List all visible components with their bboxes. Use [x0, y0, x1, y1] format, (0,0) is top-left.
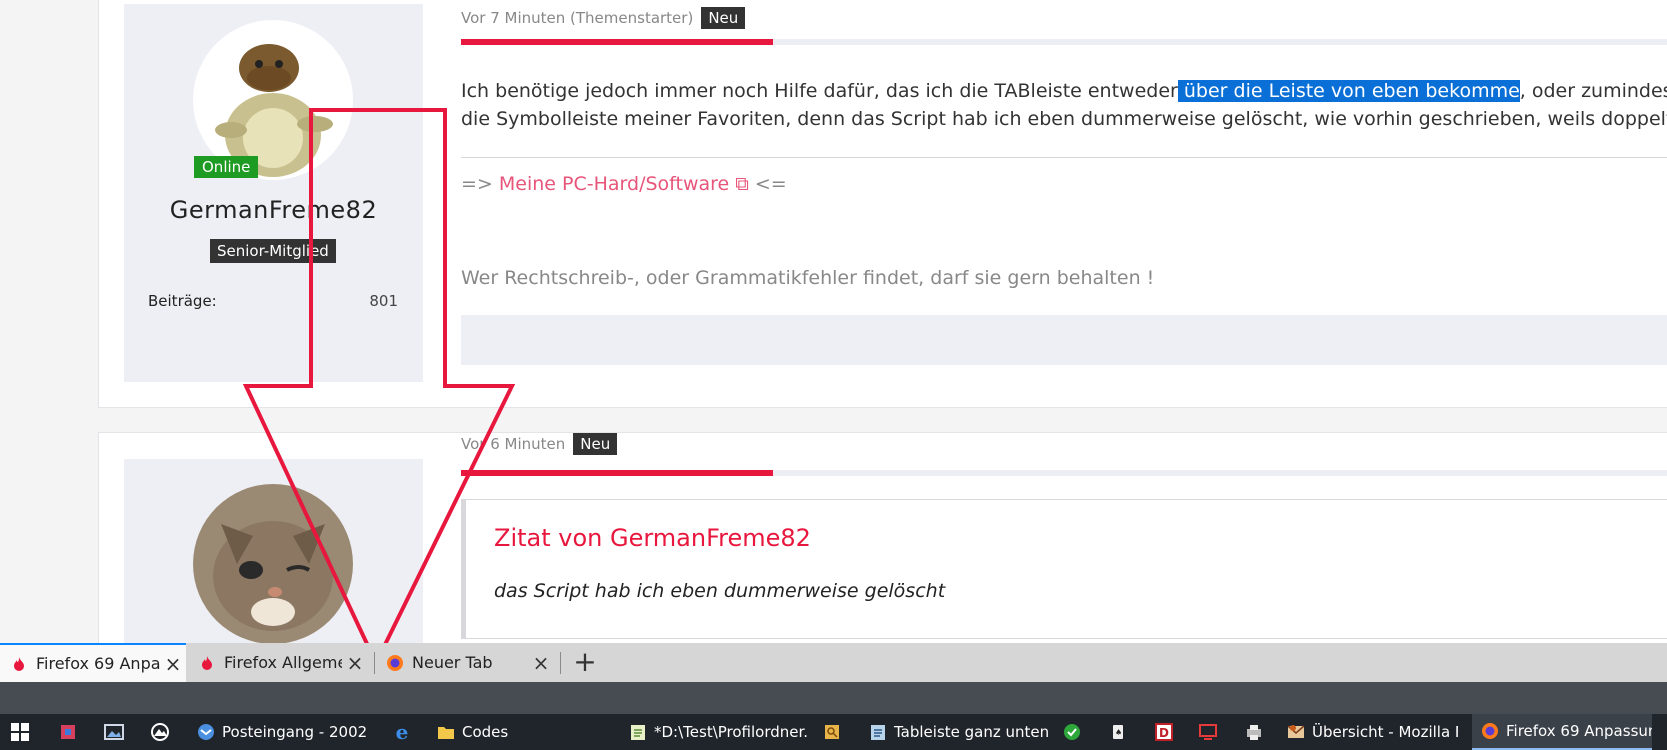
- online-badge: Online: [194, 156, 259, 178]
- new-badge: Neu: [701, 7, 746, 29]
- tab-title: Firefox Allgemein: [224, 653, 342, 672]
- taskbar-notes[interactable]: Tableiste ganz unten....: [868, 714, 1048, 750]
- new-tab-button[interactable]: +: [568, 643, 602, 682]
- taskbar-folder[interactable]: Codes: [436, 714, 596, 750]
- windows-start-icon: [10, 722, 30, 742]
- external-link-icon: ⧉: [729, 173, 749, 195]
- mountain-icon: [150, 722, 170, 742]
- tab-separator: [374, 652, 375, 674]
- user-avatar[interactable]: [193, 484, 353, 644]
- flame-icon: [198, 654, 216, 672]
- taskbar-thunderbird[interactable]: Übersicht - Mozilla F...: [1286, 714, 1458, 750]
- taskbar-label: Tableiste ganz unten....: [894, 723, 1048, 741]
- taskbar-app[interactable]: [1244, 714, 1274, 750]
- close-icon[interactable]: ×: [160, 652, 186, 676]
- post-time[interactable]: Vor 7 Minuten (Themenstarter): [461, 9, 693, 27]
- quote-title[interactable]: Zitat von GermanFreme82: [494, 524, 811, 552]
- signature-note: Wer Rechtschreib-, oder Grammatikfehler …: [461, 267, 1155, 289]
- edge-icon: e: [395, 720, 409, 744]
- taskbar-app[interactable]: [1198, 714, 1228, 750]
- post-time[interactable]: Vor 6 Minuten: [461, 435, 565, 453]
- close-icon[interactable]: ×: [342, 651, 368, 675]
- tab-title: Firefox 69 Anpassungen: [36, 654, 160, 673]
- taskbar-mail[interactable]: Posteingang - 2002A...: [196, 714, 366, 750]
- taskbar-edge[interactable]: e: [392, 714, 422, 750]
- taskbar-app[interactable]: D: [1154, 714, 1184, 750]
- tab-firefox-69[interactable]: Firefox 69 Anpassungen ×: [0, 643, 186, 682]
- taskbar-label: *D:\Test\Profilordner...: [654, 723, 808, 741]
- mail-icon: [196, 722, 216, 742]
- signature-suffix: <=: [748, 173, 787, 195]
- quote-block: Zitat von GermanFreme82 das Script hab i…: [461, 499, 1667, 639]
- read-progress: [461, 470, 1667, 476]
- tab-title: Neuer Tab: [412, 653, 493, 672]
- post-body: Ich benötige jedoch immer noch Hilfe daf…: [461, 77, 1667, 133]
- tab-strip: Firefox 69 Anpassungen × Firefox Allgeme…: [0, 643, 1667, 682]
- taskbar-app[interactable]: [822, 714, 852, 750]
- thunderbird-icon: [1286, 722, 1306, 742]
- browser-bottom-bar: [0, 682, 1667, 714]
- posts-count-label: Beiträge:: [148, 292, 217, 310]
- read-progress-fill: [461, 470, 773, 476]
- taskbar-label: Posteingang - 2002A...: [222, 723, 366, 741]
- close-icon[interactable]: ×: [528, 651, 554, 675]
- post-meta: Vor 6 Minuten Neu: [461, 433, 618, 455]
- svg-text:D: D: [1159, 726, 1169, 740]
- post-text-start: Ich benötige jedoch immer noch Hilfe daf…: [461, 80, 1178, 102]
- post-meta: Vor 7 Minuten (Themenstarter) Neu: [461, 7, 746, 29]
- read-progress: [461, 39, 1667, 45]
- quote-text: das Script hab ich eben dummerweise gelö…: [494, 580, 946, 602]
- tab-neuer-tab[interactable]: Neuer Tab ×: [376, 643, 554, 682]
- d-icon: D: [1154, 722, 1174, 742]
- printer-icon: [1244, 722, 1264, 742]
- taskbar-label: Übersicht - Mozilla F...: [1312, 723, 1458, 741]
- flame-icon: [10, 655, 28, 673]
- app-cube-icon: [58, 722, 78, 742]
- tab-separator: [560, 652, 561, 674]
- user-sidebar: Online GermanFreme82 Senior-Mitglied Bei…: [124, 4, 423, 382]
- rank-badge: Senior-Mitglied: [210, 239, 336, 263]
- taskbar-app[interactable]: ♠: [1108, 714, 1138, 750]
- taskbar-label: Codes: [462, 723, 509, 741]
- read-progress-fill: [461, 39, 773, 45]
- forum-page: Online GermanFreme82 Senior-Mitglied Bei…: [0, 0, 1667, 750]
- taskbar-editor[interactable]: *D:\Test\Profilordner...: [628, 714, 808, 750]
- taskbar-firefox[interactable]: Firefox 69 Anpassun...: [1472, 714, 1652, 750]
- cards-icon: ♠: [1108, 722, 1128, 742]
- key-icon: [822, 722, 842, 742]
- signature-link[interactable]: Meine PC-Hard/Software: [499, 173, 729, 195]
- svg-text:♠: ♠: [1115, 728, 1122, 737]
- signature-line: => Meine PC-Hard/Software ⧉ <=: [461, 173, 787, 195]
- taskbar-app[interactable]: [104, 714, 134, 750]
- firefox-icon: [1480, 721, 1500, 741]
- new-badge: Neu: [573, 433, 618, 455]
- monitor-icon: [1198, 722, 1218, 742]
- username[interactable]: GermanFreme82: [124, 196, 423, 224]
- taskbar-app[interactable]: [58, 714, 88, 750]
- folder-icon: [436, 722, 456, 742]
- taskbar-label: Firefox 69 Anpassun...: [1506, 722, 1652, 740]
- signature-divider: [461, 157, 1667, 158]
- tab-firefox-allgemein[interactable]: Firefox Allgemein ×: [188, 643, 368, 682]
- signature-prefix: =>: [461, 173, 499, 195]
- check-icon: [1062, 722, 1082, 742]
- notes-icon: [868, 722, 888, 742]
- selected-text: über die Leiste von eben bekomme: [1177, 80, 1520, 102]
- notepad-icon: [628, 722, 648, 742]
- taskbar-app[interactable]: [1062, 714, 1092, 750]
- photos-icon: [104, 722, 124, 742]
- windows-taskbar: Posteingang - 2002A... e Codes *D:\Test\…: [0, 714, 1667, 750]
- start-button[interactable]: [10, 714, 40, 750]
- posts-count-value: 801: [369, 292, 398, 310]
- taskbar-app[interactable]: [150, 714, 180, 750]
- firefox-icon: [386, 654, 404, 672]
- forum-post: Online GermanFreme82 Senior-Mitglied Bei…: [98, 0, 1667, 408]
- post-footer: [461, 315, 1667, 365]
